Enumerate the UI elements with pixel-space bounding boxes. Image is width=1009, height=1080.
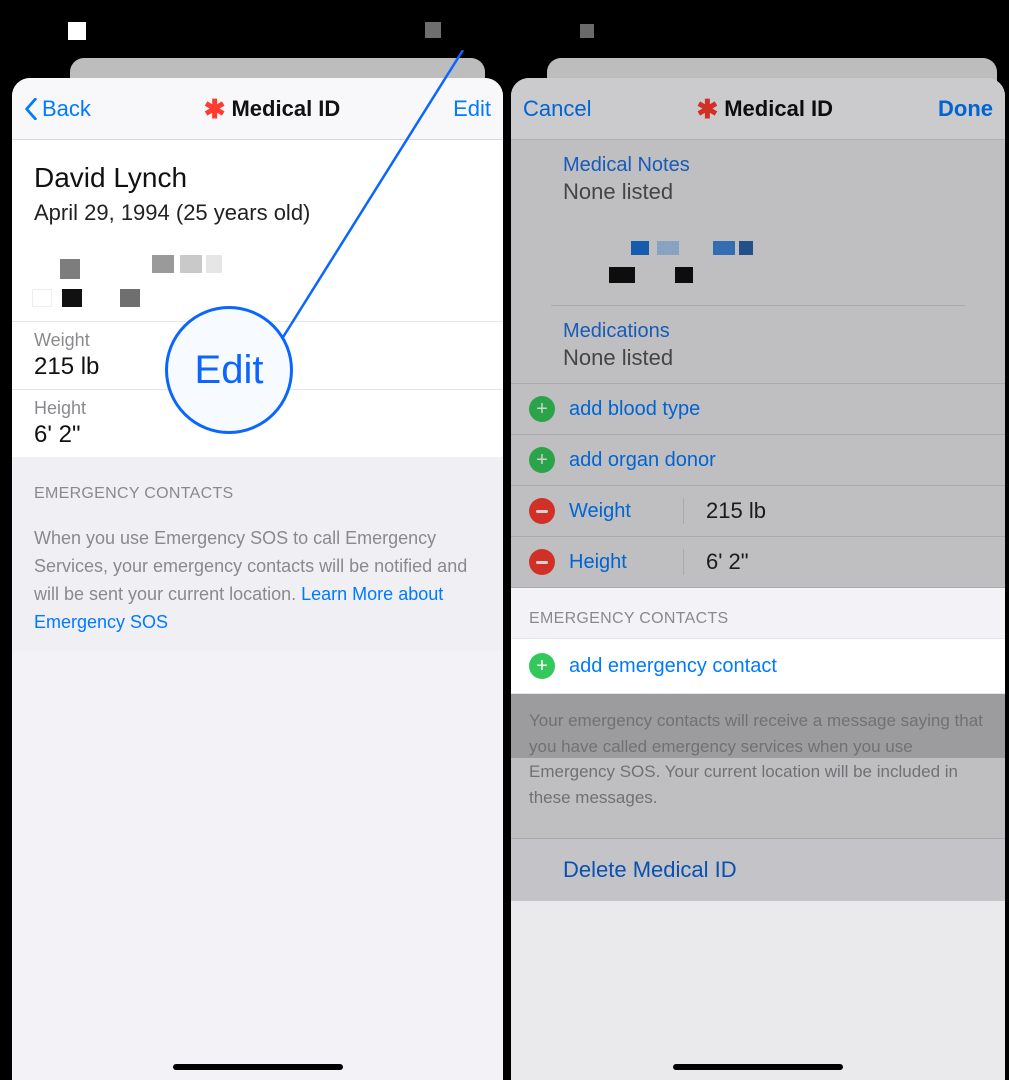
add-organ-donor-label: add organ donor	[569, 449, 716, 472]
emergency-contacts-header: EMERGENCY CONTACTS	[34, 485, 481, 503]
minus-icon[interactable]	[529, 549, 555, 575]
nav-title: ✱ Medical ID	[696, 96, 833, 122]
nav-title-text: Medical ID	[724, 96, 833, 122]
height-value[interactable]: 6' 2"	[683, 549, 987, 575]
medications-value[interactable]: None listed	[511, 345, 1005, 383]
add-blood-type-row[interactable]: + add blood type	[511, 383, 1005, 434]
edit-form: Medical Notes None listed Medications No…	[511, 140, 1005, 588]
redacted-details	[12, 241, 503, 321]
emergency-contacts-header-block: EMERGENCY CONTACTS	[12, 457, 503, 511]
status-bar	[0, 0, 505, 60]
medical-asterisk-icon: ✱	[696, 96, 718, 122]
medical-notes-label: Medical Notes	[511, 140, 1005, 179]
redacted-details	[511, 221, 1005, 301]
add-organ-donor-row[interactable]: + add organ donor	[511, 434, 1005, 485]
height-value: 6' 2"	[34, 421, 481, 449]
status-indicator	[425, 22, 441, 38]
back-label: Back	[42, 96, 91, 122]
weight-label: Weight	[569, 500, 669, 523]
home-indicator[interactable]	[673, 1064, 843, 1070]
emergency-contacts-header: EMERGENCY CONTACTS	[511, 588, 1005, 638]
sos-description: When you use Emergency SOS to call Emerg…	[12, 511, 503, 651]
cancel-label: Cancel	[523, 96, 591, 122]
delete-medical-id-label: Delete Medical ID	[563, 857, 737, 882]
height-row: Height 6' 2"	[12, 389, 503, 457]
phone-edit-medical-id: Cancel ✱ Medical ID Done Medical Notes N…	[505, 0, 1009, 1080]
home-indicator[interactable]	[173, 1064, 343, 1070]
done-label: Done	[938, 96, 993, 122]
person-dob: April 29, 1994 (25 years old)	[34, 200, 481, 226]
modal-sheet: Cancel ✱ Medical ID Done Medical Notes N…	[511, 78, 1005, 1080]
emergency-contacts-description: Your emergency contacts will receive a m…	[511, 694, 1005, 838]
delete-medical-id-row[interactable]: Delete Medical ID	[511, 838, 1005, 901]
plus-icon: +	[529, 396, 555, 422]
medical-notes-value[interactable]: None listed	[511, 179, 1005, 217]
status-indicator	[68, 22, 86, 40]
height-label: Height	[34, 398, 481, 419]
weight-label: Weight	[34, 330, 481, 351]
height-label: Height	[569, 551, 669, 574]
person-name: David Lynch	[34, 162, 481, 194]
back-button[interactable]: Back	[24, 96, 91, 122]
profile-section: David Lynch April 29, 1994 (25 years old…	[12, 140, 503, 457]
edit-label: Edit	[453, 96, 491, 122]
weight-value[interactable]: 215 lb	[683, 498, 987, 524]
add-emergency-contact-label: add emergency contact	[569, 655, 777, 678]
add-emergency-contact-row[interactable]: + add emergency contact	[511, 638, 1005, 694]
weight-row: Weight 215 lb	[12, 321, 503, 389]
plus-icon: +	[529, 447, 555, 473]
height-edit-row[interactable]: Height 6' 2"	[511, 537, 1005, 588]
emergency-contacts-section: EMERGENCY CONTACTS + add emergency conta…	[511, 588, 1005, 694]
modal-sheet: Back ✱ Medical ID Edit David Lynch April…	[12, 78, 503, 1080]
done-button[interactable]: Done	[938, 96, 993, 122]
weight-edit-row[interactable]: Weight 215 lb	[511, 485, 1005, 537]
nav-title: ✱ Medical ID	[204, 96, 341, 122]
medications-label: Medications	[511, 306, 1005, 345]
cancel-button[interactable]: Cancel	[523, 96, 591, 122]
plus-icon: +	[529, 653, 555, 679]
minus-icon[interactable]	[529, 498, 555, 524]
edit-button[interactable]: Edit	[453, 96, 491, 122]
nav-bar: Back ✱ Medical ID Edit	[12, 78, 503, 140]
medical-asterisk-icon: ✱	[204, 96, 226, 122]
nav-title-text: Medical ID	[231, 96, 340, 122]
person-header: David Lynch April 29, 1994 (25 years old…	[12, 140, 503, 241]
add-blood-type-label: add blood type	[569, 398, 700, 421]
nav-bar: Cancel ✱ Medical ID Done	[511, 78, 1005, 140]
chevron-left-icon	[24, 98, 38, 120]
status-indicator	[580, 24, 594, 38]
status-bar	[505, 0, 1009, 60]
phone-view-medical-id: Back ✱ Medical ID Edit David Lynch April…	[0, 0, 505, 1080]
weight-value: 215 lb	[34, 353, 481, 381]
